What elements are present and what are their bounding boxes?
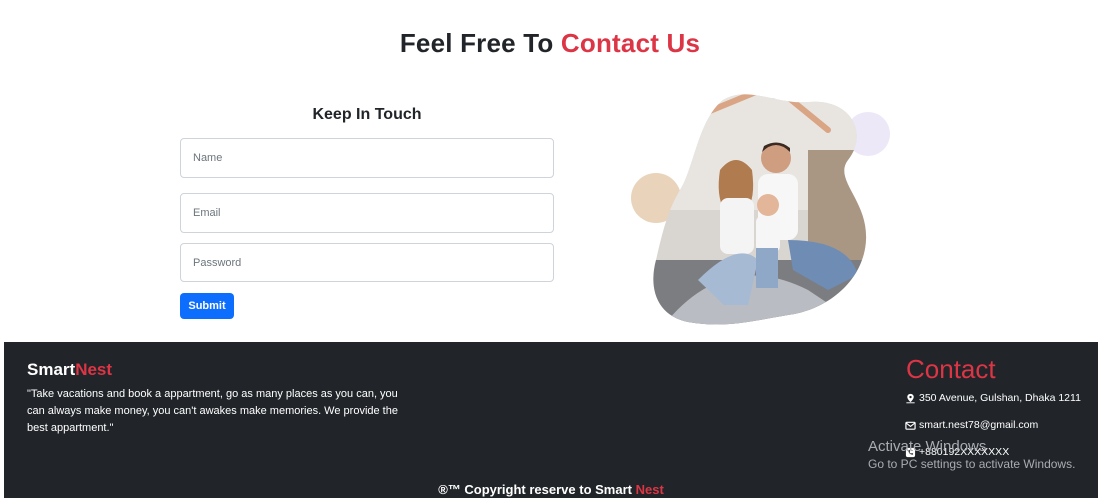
name-field[interactable] [180,138,554,178]
copyright-accent: Nest [635,482,664,497]
email-text[interactable]: smart.nest78@gmail.com [919,419,1038,431]
contact-email: smart.nest78@gmail.com [905,419,1038,431]
footer-brand: SmartNest [27,360,112,380]
brand-main: Smart [27,360,76,379]
contact-form: Keep In Touch Submit [180,100,554,319]
form-title: Keep In Touch [312,106,422,123]
contact-address: 350 Avenue, Gulshan, Dhaka 1211 [905,392,1081,404]
envelope-icon [905,421,916,430]
activate-windows-watermark: Activate Windows Go to PC settings to ac… [868,438,1075,471]
page-title: Feel Free To Contact Us [0,28,1100,59]
password-field[interactable] [180,243,554,282]
family-photo-image [631,94,890,325]
site-footer: SmartNest "Take vacations and book a app… [4,342,1098,498]
copyright-text: ®™ Copyright reserve to Smart Nest [4,482,1098,497]
page-title-main: Feel Free To [399,28,554,58]
page-title-accent: Contact Us [560,28,701,58]
activate-windows-title: Activate Windows [868,438,987,455]
contact-heading: Contact [906,354,996,384]
address-text: 350 Avenue, Gulshan, Dhaka 1211 [919,392,1081,404]
activate-windows-subtitle: Go to PC settings to activate Windows. [868,457,1076,471]
footer-tagline: "Take vacations and book a appartment, g… [27,388,398,434]
brand-accent: Nest [75,360,113,379]
family-illustration [628,90,898,330]
copyright-main: ®™ Copyright reserve to Smart [438,482,632,497]
email-field[interactable] [180,193,554,233]
map-pin-icon [906,393,915,403]
submit-button[interactable]: Submit [180,293,234,319]
